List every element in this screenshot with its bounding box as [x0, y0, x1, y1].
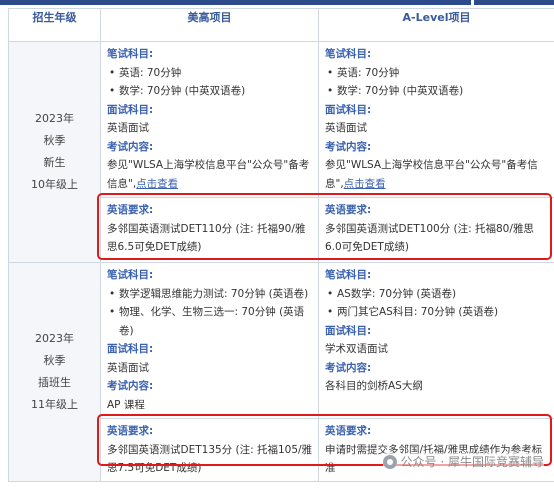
grade-cell: 2023年 秋季 插班生 11年级上	[8, 262, 101, 482]
header-us-program: 美高项目	[100, 8, 319, 42]
wechat-icon	[382, 454, 397, 469]
us-exam-cell: 笔试科目: 数学逻辑思维能力测试: 70分钟 (英语卷) 物理、化学、生物三选一…	[100, 262, 319, 419]
content-title: 考试内容:	[325, 361, 372, 374]
content-title: 考试内容:	[325, 140, 372, 153]
grade-line: 10年级上	[31, 178, 78, 191]
content-text: AP 课程	[107, 398, 145, 411]
written-list: 英语: 70分钟 数学: 70分钟 (中英双语卷)	[325, 64, 549, 101]
written-list: AS数学: 70分钟 (英语卷) 两门其它AS科目: 70分钟 (英语卷)	[325, 285, 549, 322]
us-requirement-cell: 英语要求: 多邻国英语测试DET135分 (注: 托福105/雅思7.5可免DE…	[100, 418, 319, 482]
watermark-text: 公众号 · 犀牛国际竞赛辅导	[400, 455, 544, 469]
content-text: 参见"WLSA上海学校信息平台"公众号"备考信息",点击查看	[107, 156, 313, 193]
written-title: 笔试科目:	[107, 48, 154, 60]
written-list: 英语: 70分钟 数学: 70分钟 (中英双语卷)	[107, 64, 313, 101]
content-text: 各科目的剑桥AS大纲	[325, 380, 423, 392]
list-item: 数学: 70分钟 (中英双语卷)	[325, 82, 549, 101]
list-item: 物理、化学、生物三选一: 70分钟 (英语卷)	[107, 303, 313, 340]
header-grade: 招生年级	[8, 8, 101, 42]
watermark: 公众号 · 犀牛国际竞赛辅导	[382, 453, 544, 470]
alevel-requirement-cell: 英语要求: 多邻国英语测试DET100分 (注: 托福80/雅思6.0可免DET…	[318, 197, 554, 263]
written-title: 笔试科目:	[325, 269, 372, 281]
grade-line: 秋季	[43, 353, 66, 367]
alevel-exam-cell: 笔试科目: 英语: 70分钟 数学: 70分钟 (中英双语卷) 面试科目: 英语…	[318, 41, 554, 198]
header-row: 招生年级 美高项目 A-Level项目	[8, 8, 554, 42]
content-title: 考试内容:	[107, 140, 154, 153]
requirement-title: 英语要求:	[325, 425, 372, 437]
grade-line: 11年级上	[31, 397, 78, 411]
header-alevel-program: A-Level项目	[318, 8, 554, 42]
interview-title: 面试科目:	[107, 103, 154, 116]
grade-line: 2023年	[35, 112, 74, 125]
top-bar	[0, 0, 554, 5]
list-item: 两门其它AS科目: 70分钟 (英语卷)	[325, 303, 549, 322]
requirement-title: 英语要求:	[107, 425, 154, 437]
list-item: 数学逻辑思维能力测试: 70分钟 (英语卷)	[107, 285, 313, 304]
requirement-text: 多邻国英语测试DET110分 (注: 托福90/雅思6.5可免DET成绩)	[107, 222, 306, 254]
table-row: 2023年 秋季 插班生 11年级上 笔试科目: 数学逻辑思维能力测试: 70分…	[8, 262, 554, 482]
us-exam-cell: 笔试科目: 英语: 70分钟 数学: 70分钟 (中英双语卷) 面试科目: 英语…	[100, 41, 319, 198]
interview-title: 面试科目:	[107, 343, 154, 355]
interview-text: 学术双语面试	[325, 343, 388, 355]
view-link[interactable]: 点击查看	[344, 178, 386, 190]
requirement-title: 英语要求:	[325, 204, 372, 216]
written-title: 笔试科目:	[107, 269, 154, 281]
requirement-title: 英语要求:	[107, 204, 154, 216]
grade-line: 新生	[43, 156, 66, 169]
admission-table: 招生年级 美高项目 A-Level项目 2023年 秋季 新生 10年级上 笔试…	[8, 8, 554, 482]
alevel-requirement-cell: 英语要求: 申请时需提交多邻国/托福/雅思成绩作为参考标准	[318, 418, 554, 482]
written-title: 笔试科目:	[325, 48, 372, 60]
content-text: 参见"WLSA上海学校信息平台"公众号"备考信息",点击查看	[325, 156, 549, 193]
grade-line: 秋季	[43, 134, 66, 147]
grade-line: 2023年	[35, 331, 74, 345]
requirement-text: 多邻国英语测试DET100分 (注: 托福80/雅思6.0可免DET成绩)	[325, 222, 534, 254]
top-bar-notch	[471, 0, 474, 5]
interview-text: 英语面试	[325, 122, 367, 134]
interview-text: 英语面试	[107, 361, 149, 374]
list-item: 数学: 70分钟 (中英双语卷)	[107, 82, 313, 101]
written-list: 数学逻辑思维能力测试: 70分钟 (英语卷) 物理、化学、生物三选一: 70分钟…	[107, 285, 313, 341]
table-row: 2023年 秋季 新生 10年级上 笔试科目: 英语: 70分钟 数学: 70分…	[8, 41, 554, 263]
view-link[interactable]: 点击查看	[136, 178, 178, 190]
list-item: AS数学: 70分钟 (英语卷)	[325, 285, 549, 304]
grade-cell: 2023年 秋季 新生 10年级上	[8, 41, 101, 263]
list-item: 英语: 70分钟	[325, 64, 549, 83]
content-title: 考试内容:	[107, 380, 154, 392]
requirement-text: 多邻国英语测试DET135分 (注: 托福105/雅思7.5可免DET成绩)	[107, 443, 313, 475]
interview-text: 英语面试	[107, 122, 149, 134]
us-requirement-cell: 英语要求: 多邻国英语测试DET110分 (注: 托福90/雅思6.5可免DET…	[100, 197, 319, 263]
alevel-exam-cell: 笔试科目: AS数学: 70分钟 (英语卷) 两门其它AS科目: 70分钟 (英…	[318, 262, 554, 419]
interview-title: 面试科目:	[325, 103, 372, 116]
list-item: 英语: 70分钟	[107, 64, 313, 83]
grade-line: 插班生	[38, 375, 71, 389]
interview-title: 面试科目:	[325, 324, 372, 337]
